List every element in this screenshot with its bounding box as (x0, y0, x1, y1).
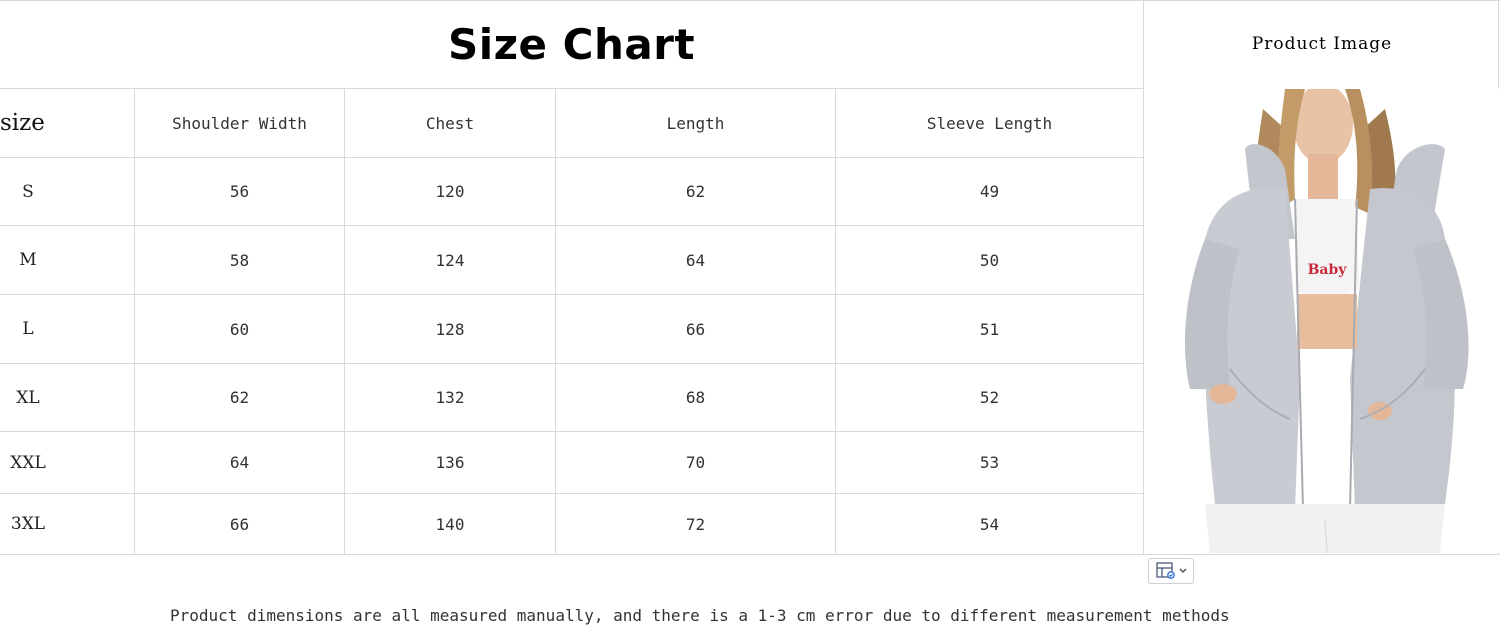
cell-length: 64 (685, 250, 706, 270)
header-size: size (0, 110, 45, 136)
cell-chest: 124 (435, 250, 465, 270)
measurement-note: Product dimensions are all measured manu… (170, 606, 1230, 625)
table-filter-button[interactable] (1148, 558, 1194, 584)
cell-sleeve-length: 51 (979, 319, 1000, 339)
cell-length: 62 (685, 182, 706, 201)
cell-shoulder-width: 66 (229, 514, 250, 534)
cell-length: 72 (685, 514, 706, 534)
cell-chest: 140 (435, 514, 465, 534)
cell-size: XXL (10, 452, 46, 473)
cell-sleeve-length: 53 (979, 453, 1000, 472)
cell-sleeve-length: 49 (979, 182, 1000, 201)
cell-shoulder-width: 62 (229, 388, 250, 407)
table-filter-icon (1155, 562, 1176, 580)
shirt-print-text: Baby (1308, 262, 1348, 278)
cell-size: 3XL (10, 514, 46, 534)
cell-length: 68 (685, 388, 706, 407)
cell-chest: 136 (435, 453, 465, 472)
cell-sleeve-length: 52 (979, 388, 1000, 407)
header-length: Length (666, 113, 725, 133)
cell-chest: 120 (435, 182, 465, 201)
cell-shoulder-width: 64 (229, 453, 250, 472)
header-sleeve-length: Sleeve Length (926, 113, 1053, 133)
cell-size: L (22, 319, 34, 339)
cell-size: M (19, 250, 37, 270)
cell-length: 70 (685, 453, 706, 472)
product-image-title: Product Image (1251, 34, 1393, 54)
cell-size: XL (16, 387, 40, 408)
cell-shoulder-width: 58 (229, 250, 250, 270)
grid-line (0, 554, 1500, 555)
size-chart-title: Size Chart (447, 19, 696, 69)
cell-chest: 128 (435, 319, 465, 339)
cell-sleeve-length: 54 (979, 514, 1000, 534)
cell-shoulder-width: 56 (229, 182, 250, 201)
size-chart-sheet: Size Chart Product Image size Shoulder W… (0, 0, 1500, 628)
cell-size: S (22, 181, 34, 202)
header-shoulder-width: Shoulder Width (172, 113, 307, 133)
product-image: Baby (1145, 89, 1499, 553)
header-chest: Chest (425, 113, 475, 133)
cell-length: 66 (685, 319, 706, 339)
cell-chest: 132 (435, 388, 465, 407)
cell-shoulder-width: 60 (229, 319, 250, 339)
chevron-down-icon (1179, 568, 1187, 574)
hoodie-model-illustration: Baby (1145, 89, 1499, 553)
cell-sleeve-length: 50 (979, 250, 1000, 270)
